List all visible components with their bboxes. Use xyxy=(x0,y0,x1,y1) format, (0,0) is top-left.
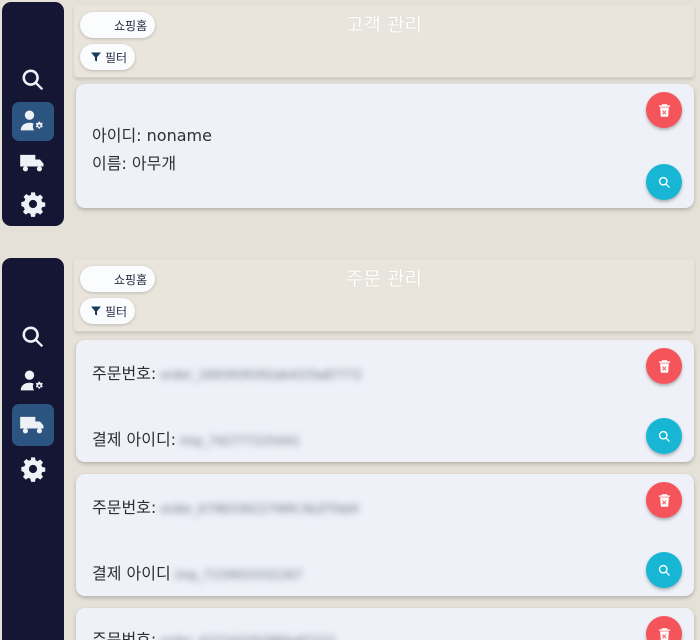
order-number-value: order_4372d3392889a87222 xyxy=(160,634,335,640)
nav-search[interactable] xyxy=(12,60,54,100)
delete-button[interactable] xyxy=(646,348,682,384)
customer-panel: 고객 관리 쇼핑홈 필터 아이디: noname 이름: 아무개 xyxy=(0,0,700,250)
shopping-home-button[interactable]: 쇼핑홈 xyxy=(80,12,156,38)
sidebar xyxy=(2,258,64,640)
order-number-label: 주문번호: xyxy=(92,364,157,383)
search-icon xyxy=(657,429,672,444)
order-number-value: order_1693939392ab41f3a87772 xyxy=(160,368,363,382)
page-title: 주문 관리 xyxy=(346,268,422,290)
delete-button[interactable] xyxy=(646,92,682,128)
truck-icon xyxy=(19,411,47,439)
delete-button[interactable] xyxy=(646,482,682,518)
nav-customers[interactable] xyxy=(12,360,54,402)
order-number-label: 주문번호: xyxy=(92,630,157,640)
view-button[interactable] xyxy=(646,552,682,588)
truck-icon xyxy=(19,149,47,177)
user-cog-icon xyxy=(19,107,47,135)
view-button[interactable] xyxy=(646,164,682,200)
filter-icon xyxy=(90,305,102,317)
payment-id-label: 결제 아이디: xyxy=(92,430,177,449)
order-number: 주문번호: order_1693939392ab41f3a87772 xyxy=(92,360,362,384)
trash-icon xyxy=(657,627,672,640)
search-icon xyxy=(19,66,47,94)
payment-id-value: imp_742777225441 xyxy=(180,434,301,448)
search-icon xyxy=(657,563,672,578)
page-header: 주문 관리 쇼핑홈 필터 xyxy=(74,260,694,332)
customer-id: 아이디: noname xyxy=(92,126,212,145)
order-number: 주문번호:order_4372d3392889a87222 xyxy=(92,626,335,640)
order-number-value: order_679833622799fc3b2f7bb9 xyxy=(160,502,359,516)
trash-icon xyxy=(657,493,672,508)
customer-card: 아이디: noname 이름: 아무개 xyxy=(76,84,694,208)
order-number-label: 주문번호: xyxy=(92,498,157,517)
filter-button[interactable]: 필터 xyxy=(80,44,136,70)
order-card: 주문번호:order_4372d3392889a87222 xyxy=(76,608,694,640)
order-number: 주문번호: order_679833622799fc3b2f7bb9 xyxy=(92,494,358,518)
filter-icon xyxy=(90,51,102,63)
trash-icon xyxy=(657,103,672,118)
filter-button[interactable]: 필터 xyxy=(80,298,136,324)
sidebar xyxy=(2,2,64,226)
view-button[interactable] xyxy=(646,418,682,454)
filter-label: 필터 xyxy=(105,304,128,319)
filter-label: 필터 xyxy=(105,50,128,65)
shopping-home-button[interactable]: 쇼핑홈 xyxy=(80,266,156,292)
gear-icon xyxy=(19,190,47,218)
customer-name: 이름: 아무개 xyxy=(92,154,177,173)
nav-settings[interactable] xyxy=(12,448,54,490)
page-header: 고객 관리 쇼핑홈 필터 xyxy=(74,6,694,78)
trash-icon xyxy=(657,359,672,374)
order-card: 주문번호: order_1693939392ab41f3a87772 결제 아이디… xyxy=(76,340,694,462)
delete-button[interactable] xyxy=(646,616,682,640)
search-icon xyxy=(657,175,672,190)
nav-orders[interactable] xyxy=(12,143,54,183)
payment-id: 결제 아이디 imp_7159933332267 xyxy=(92,560,303,584)
page-title: 고객 관리 xyxy=(346,14,422,36)
payment-id-value: imp_7159933332267 xyxy=(174,568,303,582)
search-icon xyxy=(19,323,47,351)
payment-id-label: 결제 아이디 xyxy=(92,564,171,583)
nav-settings[interactable] xyxy=(12,185,54,225)
payment-id: 결제 아이디: imp_742777225441 xyxy=(92,426,300,450)
nav-search[interactable] xyxy=(12,316,54,358)
nav-customers[interactable] xyxy=(12,101,54,141)
order-card: 주문번호: order_679833622799fc3b2f7bb9 결제 아이디… xyxy=(76,474,694,596)
nav-orders[interactable] xyxy=(12,404,54,446)
user-cog-icon xyxy=(19,367,47,395)
gear-icon xyxy=(19,455,47,483)
order-panel: 주문 관리 쇼핑홈 필터 주문번호: order_1693939392ab41f3… xyxy=(0,254,700,640)
